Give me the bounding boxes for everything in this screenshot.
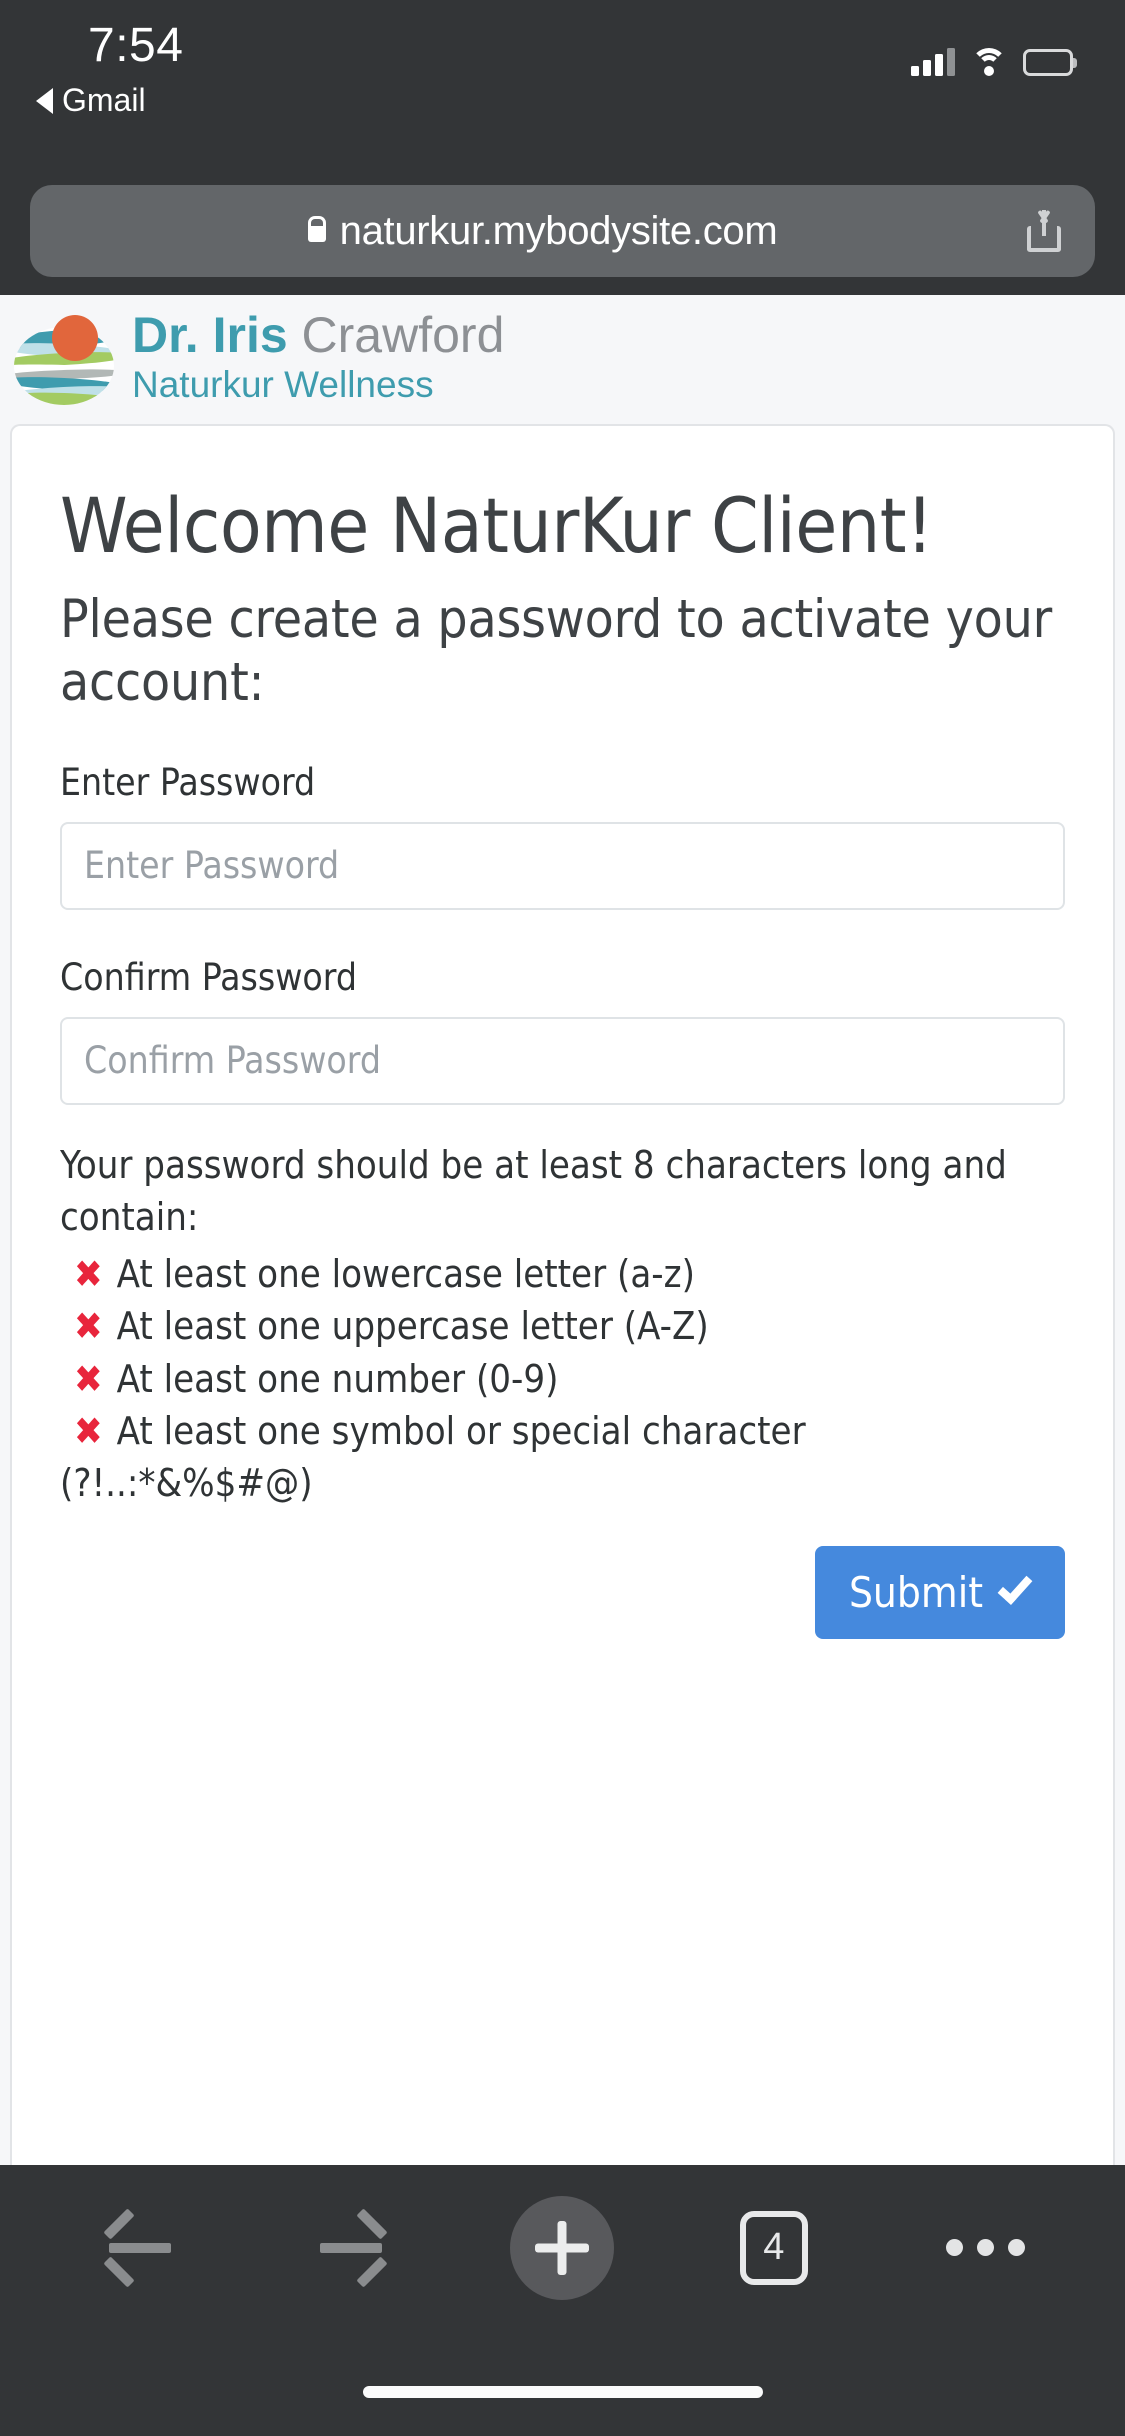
home-indicator-area [0, 2330, 1125, 2436]
tab-switcher-button[interactable]: 4 [714, 2193, 834, 2303]
browser-back-button[interactable] [80, 2193, 200, 2303]
enter-password-label: Enter Password [60, 760, 316, 804]
arrow-left-icon [108, 2242, 171, 2253]
submit-button-label: Submit [848, 1567, 983, 1617]
cellular-signal-icon [911, 48, 955, 76]
page-title: Welcome NaturKur Client! [60, 480, 933, 570]
browser-url-bar-container: naturkur.mybodysite.com [0, 185, 1125, 295]
tab-count-badge: 4 [739, 2210, 808, 2285]
url-display: naturkur.mybodysite.com [307, 208, 818, 254]
password-requirements-list: ✖ At least one lowercase letter (a-z) ✖ At… [60, 1248, 1065, 1510]
status-bar-time: 7:54 [88, 19, 184, 72]
check-icon [997, 1569, 1033, 1606]
requirement-item: ✖ At least one uppercase letter (A-Z) [60, 1300, 1065, 1352]
brand-tagline: Naturkur Wellness [132, 363, 434, 405]
submit-button[interactable]: Submit [814, 1545, 1065, 1639]
status-bar: 7:54 Gmail [0, 0, 1125, 185]
requirement-item: ✖ At least one number (0-9) [60, 1353, 1065, 1405]
requirement-unmet-x-icon: ✖ [74, 1356, 103, 1401]
new-tab-button[interactable] [502, 2193, 622, 2303]
arrow-right-icon [320, 2242, 383, 2253]
browser-forward-button[interactable] [291, 2193, 411, 2303]
brand-name-bold: Dr. Iris [132, 307, 288, 363]
phone-screen: 7:54 Gmail naturkur.mybodysite.com Dr. I… [0, 0, 1125, 2436]
return-to-app-button[interactable]: Gmail [36, 82, 146, 119]
requirement-unmet-x-icon: ✖ [74, 1304, 103, 1349]
requirement-unmet-x-icon: ✖ [74, 1409, 103, 1454]
back-triangle-icon [36, 87, 53, 114]
lock-icon [307, 226, 326, 242]
requirement-text: At least one symbol or special character… [60, 1409, 806, 1506]
page-subtitle: Please create a password to activate you… [60, 588, 1052, 714]
return-to-app-label: Gmail [62, 82, 146, 118]
more-options-button[interactable] [925, 2193, 1045, 2303]
wifi-icon [971, 48, 1007, 76]
site-brand-text: Dr. Iris Crawford Naturkur Wellness [132, 309, 504, 406]
password-requirements-intro: Your password should be at least 8 chara… [60, 1142, 1007, 1240]
web-page-content: Dr. Iris Crawford Naturkur Wellness Welc… [0, 295, 1125, 2165]
url-bar[interactable]: naturkur.mybodysite.com [30, 185, 1095, 277]
battery-icon [1023, 49, 1073, 76]
home-indicator[interactable] [362, 2386, 763, 2398]
requirement-item: ✖ At least one lowercase letter (a-z) [60, 1248, 1065, 1300]
naturkur-landscape-logo-icon[interactable] [14, 309, 118, 406]
requirement-unmet-x-icon: ✖ [74, 1251, 103, 1296]
requirement-text: At least one lowercase letter (a-z) [116, 1251, 695, 1296]
password-setup-card: Welcome NaturKur Client! Please create a… [10, 423, 1115, 2165]
confirm-password-input[interactable] [60, 1016, 1065, 1105]
browser-bottom-toolbar: 4 [0, 2165, 1125, 2330]
sun-icon [52, 315, 98, 362]
requirement-text: At least one number (0-9) [116, 1356, 559, 1401]
requirement-text: At least one uppercase letter (A-Z) [116, 1304, 709, 1349]
status-bar-indicators [911, 36, 1073, 76]
share-icon[interactable] [1027, 210, 1061, 252]
url-text: naturkur.mybodysite.com [339, 208, 778, 253]
ellipsis-icon [945, 2239, 1025, 2256]
confirm-password-label: Confirm Password [60, 955, 357, 999]
brand-name-light: Crawford [301, 307, 505, 363]
enter-password-input[interactable] [60, 821, 1065, 910]
site-header: Dr. Iris Crawford Naturkur Wellness [0, 295, 1125, 424]
submit-row: Submit [60, 1545, 1065, 1639]
plus-icon [510, 2195, 615, 2300]
requirement-item: ✖ At least one symbol or special characte… [60, 1405, 1065, 1510]
